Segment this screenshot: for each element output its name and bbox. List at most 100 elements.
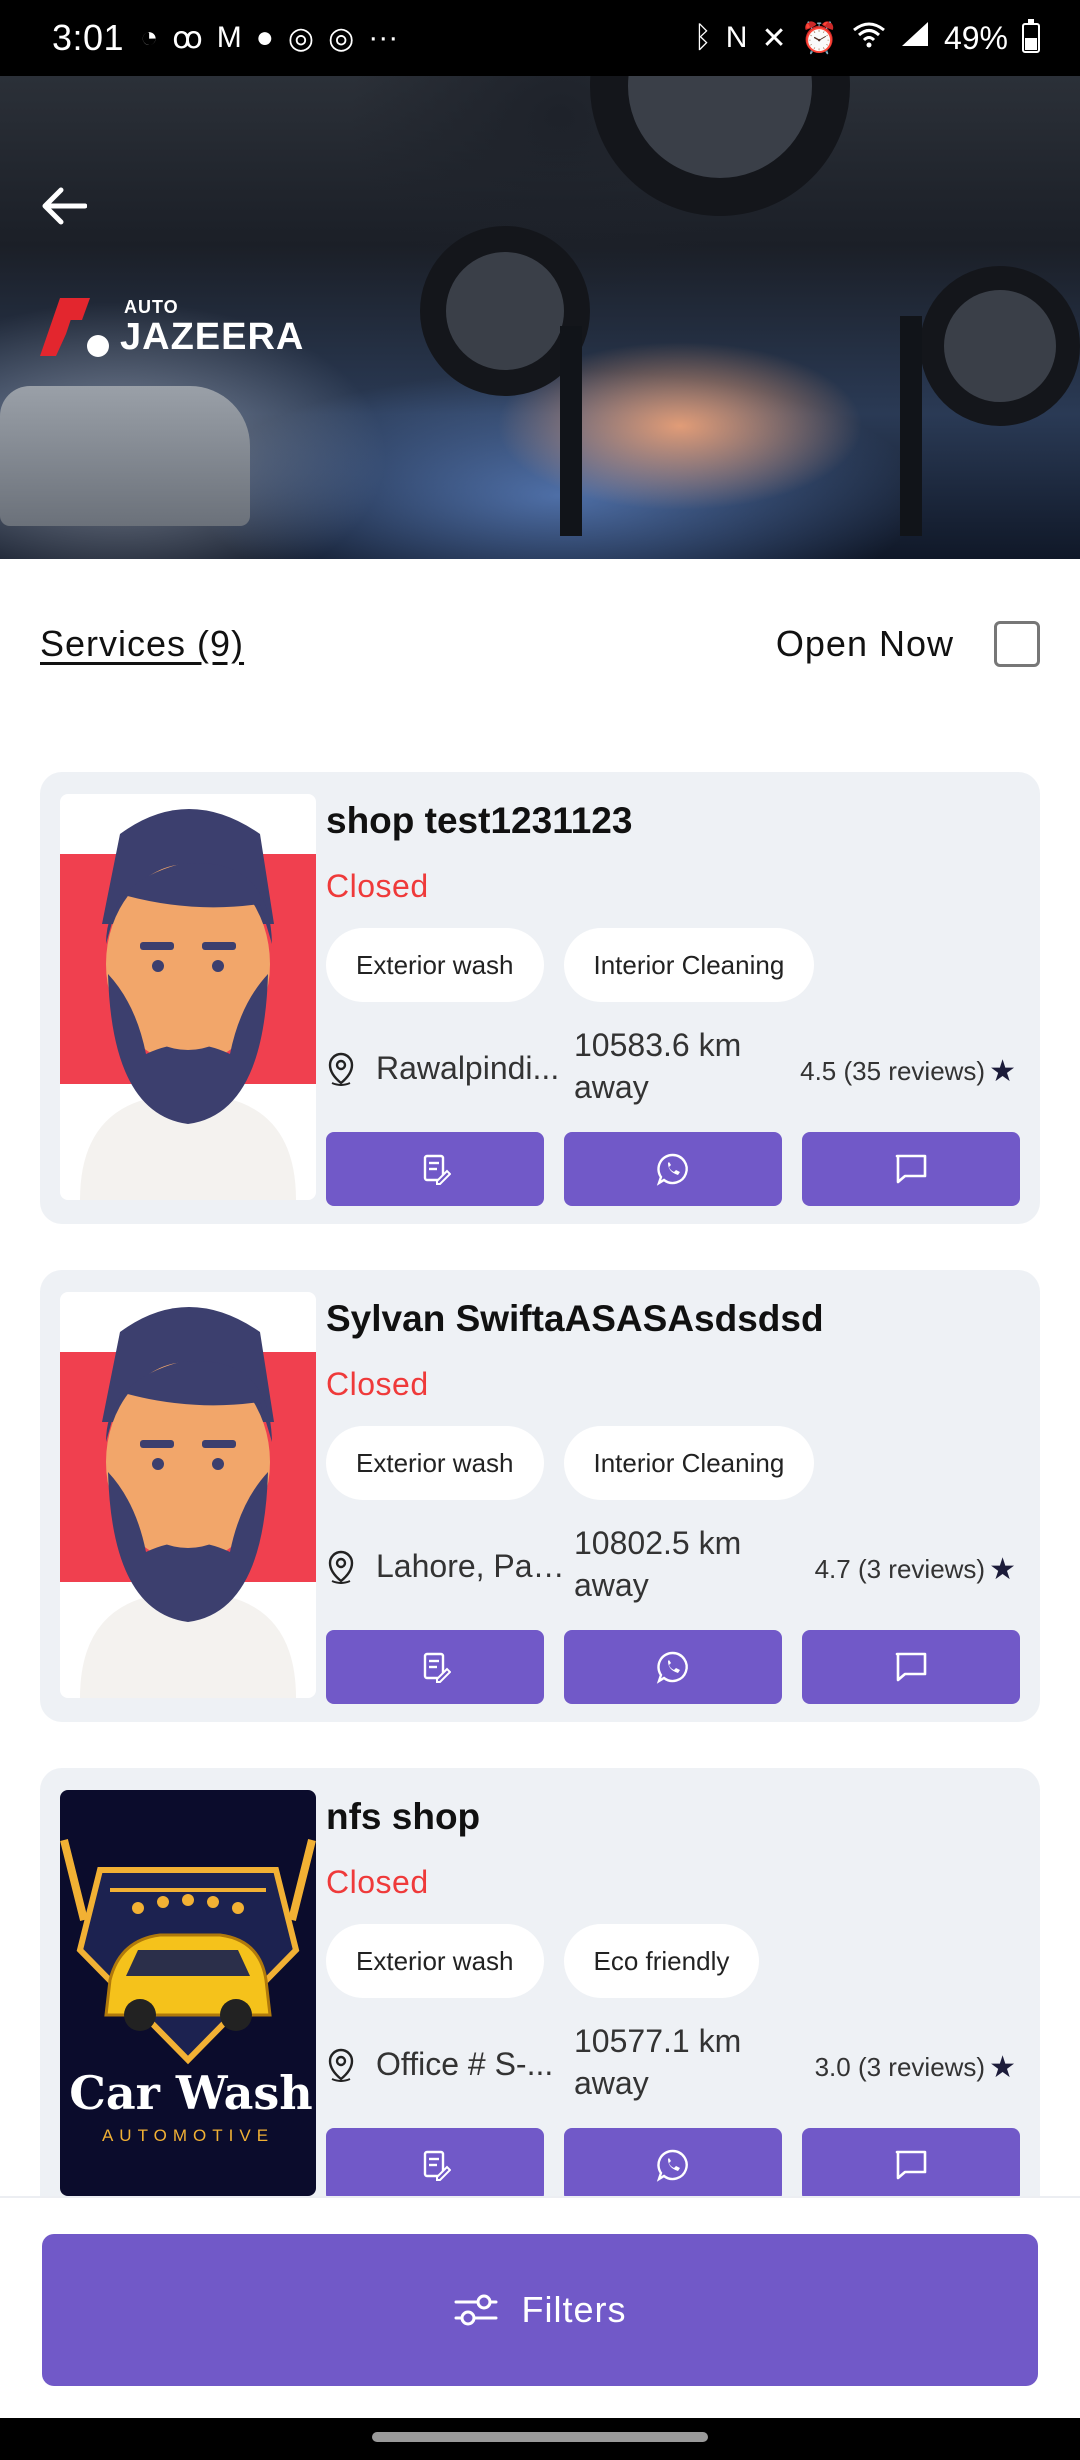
shop-status: Closed <box>326 1864 429 1900</box>
service-tag: Exterior wash <box>326 928 544 1002</box>
shop-card[interactable]: Sylvan SwiftaASASAsdsdsd Closed Exterior w… <box>40 1270 1040 1722</box>
whatsapp-button[interactable] <box>564 2128 782 2202</box>
notification-icons: ◔ ꝏ M ● ◎ ◎ ··· <box>140 21 398 56</box>
chat-icon <box>894 1153 928 1185</box>
battery-icon <box>1022 19 1040 53</box>
chat-button[interactable] <box>802 1132 1020 1206</box>
logo-mark-icon <box>38 294 110 358</box>
alarm-icon: ⏰ <box>800 21 838 55</box>
shop-rating[interactable]: 4.5 (35 reviews) ★ <box>800 1054 1016 1089</box>
brand-logo: AUTO JAZEERA <box>38 294 304 358</box>
whatsapp-icon <box>656 1152 690 1186</box>
shop-distance: 10802.5 km away <box>574 1525 742 1603</box>
shop-status: Closed <box>326 868 429 904</box>
lift-post <box>900 316 922 536</box>
book-button[interactable] <box>326 1132 544 1206</box>
rating-text: 3.0 (3 reviews) <box>814 2052 986 2082</box>
star-icon: ★ <box>989 1553 1016 1586</box>
open-now-label: Open Now <box>775 623 954 664</box>
shop-avatar[interactable] <box>60 794 316 1200</box>
card-actions <box>326 1132 1020 1206</box>
location-pin-icon <box>328 2048 354 2082</box>
location-row: Office # S-... 10577.1 km away 3.0 (3 revi… <box>326 2020 1026 2110</box>
shop-name[interactable]: nfs shop <box>326 1796 480 1838</box>
sliders-icon <box>454 2294 497 2326</box>
service-tags: Exterior wash Interior Cleaning <box>326 928 815 1002</box>
status-bar: 3:01 ◔ ꝏ M ● ◎ ◎ ··· ᛒ N ✕ ⏰ 49% <box>0 0 1080 76</box>
service-tag: Interior Cleaning <box>563 1426 815 1500</box>
service-tag: Interior Cleaning <box>563 928 815 1002</box>
battery-percent: 49% <box>943 19 1008 56</box>
bluetooth-icon: ᛒ <box>693 21 712 54</box>
shop-location: Office # S-... <box>376 2046 554 2082</box>
system-nav-bar <box>0 2418 1080 2460</box>
system-icons: ᛒ N ✕ ⏰ 49% <box>693 19 1040 57</box>
chat-button[interactable] <box>802 2128 1020 2202</box>
open-now-checkbox[interactable] <box>994 621 1040 667</box>
service-tag: Eco friendly <box>563 1924 760 1998</box>
service-tags: Exterior wash Interior Cleaning <box>326 1426 815 1500</box>
location-pin-icon <box>328 1052 354 1086</box>
bottom-bar: Filters <box>0 2196 1080 2416</box>
service-tags: Exterior wash Eco friendly <box>326 1924 760 1998</box>
shop-name[interactable]: Sylvan SwiftaASASAsdsdsd <box>326 1298 824 1340</box>
hero-banner: AUTO JAZEERA <box>0 76 1080 559</box>
status-time: 3:01 <box>52 17 125 58</box>
shop-card[interactable]: Car Wash AUTOMOTIVE nfs shop Closed Exterior… <box>40 1768 1040 2220</box>
logo-small-text: AUTO <box>124 296 179 317</box>
shop-distance: 10583.6 km away <box>574 1027 742 1105</box>
location-row: Rawalpindi... 10583.6 km away 4.5 (35 revi… <box>326 1024 1026 1114</box>
more-icon: ··· <box>368 21 399 54</box>
services-count-link[interactable]: Services (9) <box>40 623 244 665</box>
shop-avatar[interactable] <box>60 1292 316 1698</box>
mute-icon: ✕ <box>761 21 787 55</box>
book-icon <box>419 2149 451 2181</box>
shop-location: Rawalpindi... <box>376 1050 560 1086</box>
rating-text: 4.7 (3 reviews) <box>814 1554 986 1584</box>
home-gesture-pill[interactable] <box>372 2432 708 2442</box>
car-tire-image <box>590 76 850 216</box>
location-pin-icon <box>328 1550 354 1584</box>
chat-icon <box>894 1651 928 1683</box>
voicemail-icon: ꝏ <box>172 21 203 55</box>
chat-button[interactable] <box>802 1630 1020 1704</box>
whatsapp-button[interactable] <box>564 1630 782 1704</box>
book-button[interactable] <box>326 1630 544 1704</box>
star-icon: ★ <box>989 2051 1016 2084</box>
rating-text: 4.5 (35 reviews) <box>800 1056 986 1086</box>
wifi-icon <box>852 20 886 56</box>
whatsapp-button[interactable] <box>564 1132 782 1206</box>
shop-rating[interactable]: 3.0 (3 reviews) ★ <box>815 2050 1016 2085</box>
chrome-icon: ◎ <box>328 21 355 55</box>
nfc-icon: N <box>725 21 748 54</box>
shop-avatar[interactable]: Car Wash AUTOMOTIVE <box>60 1790 316 2196</box>
service-tag: Exterior wash <box>326 1426 544 1500</box>
car-tire-image <box>920 266 1080 426</box>
filters-button[interactable]: Filters <box>42 2234 1038 2386</box>
whatsapp-icon <box>656 2148 690 2182</box>
shop-rating[interactable]: 4.7 (3 reviews) ★ <box>815 1552 1016 1587</box>
van-image <box>0 386 250 526</box>
do-not-disturb-icon: ◔ <box>140 21 159 54</box>
car-wash-logo-subtext: AUTOMOTIVE <box>101 2126 275 2145</box>
star-icon: ★ <box>989 1055 1016 1088</box>
chrome-icon: ◎ <box>287 21 315 55</box>
book-button[interactable] <box>326 2128 544 2202</box>
back-button[interactable] <box>36 178 92 234</box>
gmail-icon: M <box>216 21 242 54</box>
lift-post <box>560 326 582 536</box>
shop-card[interactable]: shop test1231123 Closed Exterior wash Inter… <box>40 772 1040 1224</box>
shop-status: Closed <box>326 1366 429 1402</box>
arrow-left-icon <box>42 187 87 225</box>
whatsapp-icon <box>656 1650 690 1684</box>
logo-big-text: JAZEERA <box>120 315 305 358</box>
shop-name[interactable]: shop test1231123 <box>326 800 632 842</box>
services-filter-row: Services (9) Open Now <box>40 614 1040 674</box>
book-icon <box>419 1153 451 1185</box>
shop-distance: 10577.1 km away <box>574 2023 742 2101</box>
location-row: Lahore, Paki... 10802.5 km away 4.7 (3 rev… <box>326 1522 1026 1612</box>
car-wash-logo-text: Car Wash <box>69 2066 313 2120</box>
apple-icon: ● <box>255 21 274 54</box>
service-tag: Exterior wash <box>326 1924 544 1998</box>
filters-label: Filters <box>521 2289 627 2330</box>
